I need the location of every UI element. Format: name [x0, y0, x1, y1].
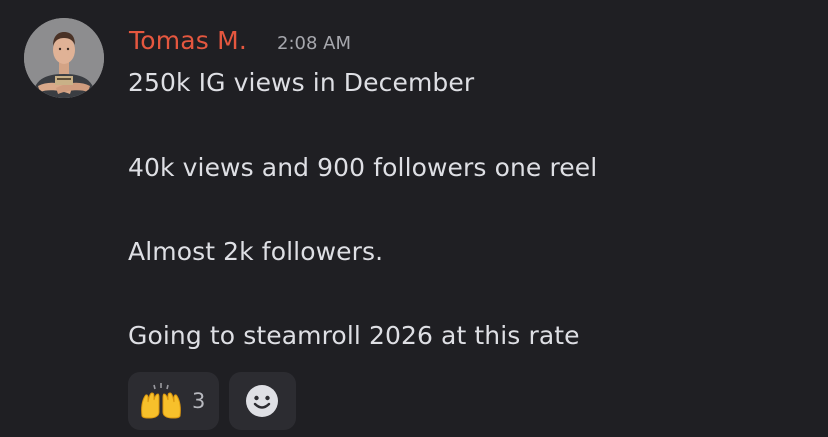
message-author[interactable]: Tomas M. [129, 26, 247, 55]
reaction-count: 3 [192, 389, 206, 413]
message-line: Going to steamroll 2026 at this rate [128, 321, 580, 350]
avatar[interactable] [24, 18, 104, 98]
message-line: 40k views and 900 followers one reel [128, 153, 598, 182]
add-reaction-button[interactable] [229, 372, 296, 430]
smiley-icon [246, 385, 278, 417]
reaction-raising-hands[interactable]: 3 [128, 372, 219, 430]
message-line: 250k IG views in December [128, 68, 475, 97]
raising-hands-icon [141, 383, 181, 419]
message-line: Almost 2k followers. [128, 237, 384, 266]
message-view: Tomas M. 2:08 AM 250k IG views in Decemb… [0, 0, 828, 437]
message-timestamp: 2:08 AM [277, 33, 351, 54]
